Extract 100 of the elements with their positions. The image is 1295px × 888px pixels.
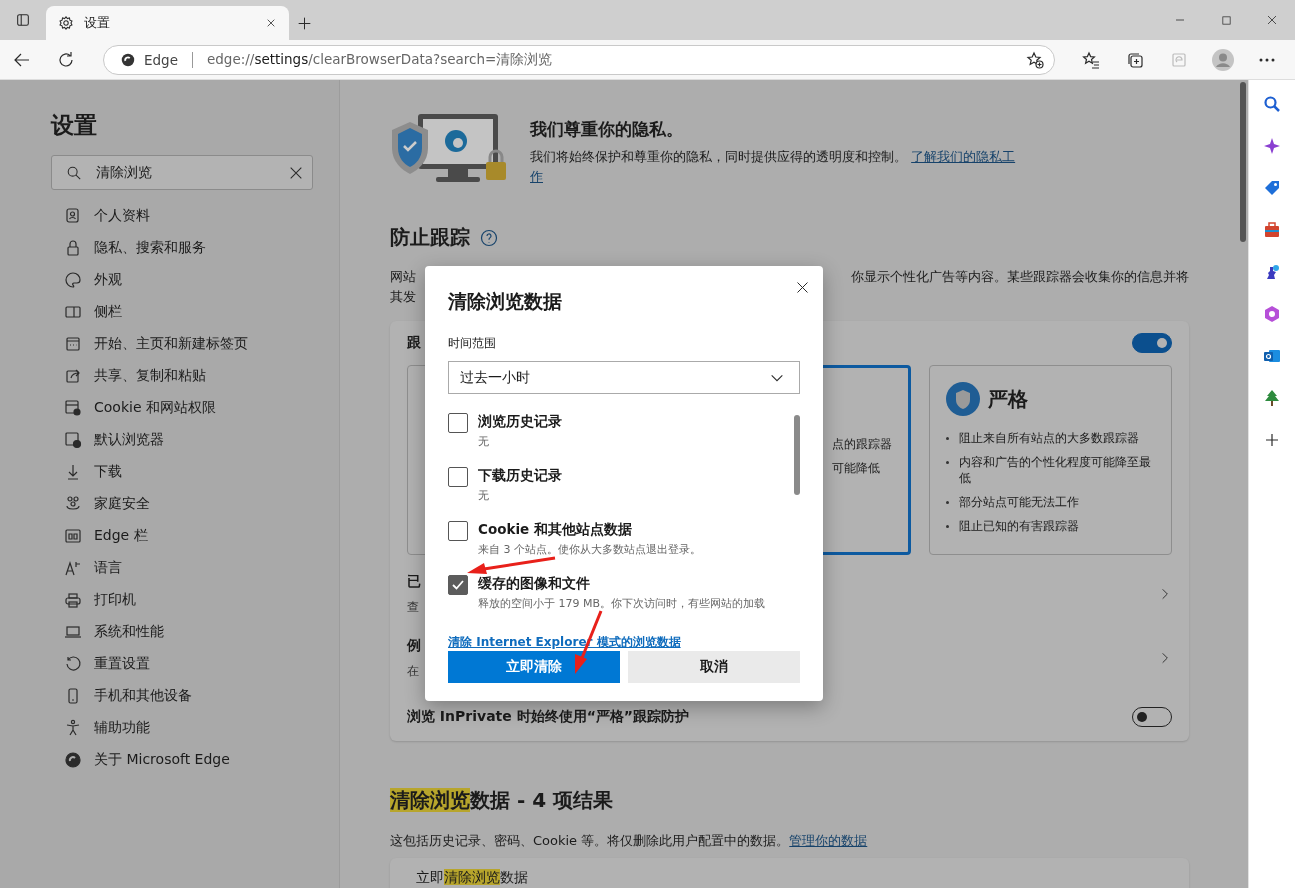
url-text: edge://settings/clearBrowserData?search=清除浏览 [207, 50, 554, 69]
scrollbar-thumb[interactable] [1240, 82, 1246, 242]
dialog-title: 清除浏览数据 [448, 289, 563, 314]
setting-label: 例 [407, 636, 421, 655]
nav-item[interactable]: 个人资料 [51, 200, 313, 232]
setting-description: 查 [407, 598, 420, 616]
level-text: 阻止已知的有害跟踪器 [959, 518, 1079, 534]
option-label: 下载历史记录 [478, 467, 562, 485]
level-card[interactable]: 严格 阻止来自所有站点的大多数跟踪器 内容和广告的个性化程度可能降至最低 部分站点可能无法工作 阻止已知的有害跟踪器 [929, 365, 1172, 555]
plus-icon [1263, 431, 1281, 449]
nav-item[interactable]: 手机和其他设备 [51, 680, 313, 712]
intro-text: 你显示个性化广告等内容。某些跟踪器会收集你的信息并将 [851, 268, 1189, 286]
nav-item[interactable]: 打印机 [51, 584, 313, 616]
search-input[interactable]: 清除浏览 [96, 164, 274, 181]
setting-label: 已 [407, 572, 421, 591]
nav-icon [64, 399, 82, 417]
maximize-icon [1220, 14, 1232, 26]
shield-icon [946, 382, 980, 416]
section-description: 这包括历史记录、密码、Cookie 等。将仅删除此用户配置中的数据。管理你的数据 [390, 832, 869, 850]
intro-text: 其发 [390, 288, 416, 306]
level-text: 阻止来自所有站点的大多数跟踪器 [959, 430, 1139, 446]
address-bar[interactable]: Edge edge://settings/clearBrowserData?search=清除浏览 [103, 44, 1055, 75]
setting-label: 立即清除浏览数据 [416, 869, 528, 885]
star-plus-icon [1026, 50, 1044, 69]
scrollbar-thumb[interactable] [794, 415, 800, 495]
option-description: 来自 3 个站点。使你从大多数站点退出登录。 [478, 542, 701, 557]
hexagon-icon [1263, 305, 1281, 323]
level-title: 严格 [988, 385, 1028, 413]
nav-icon [64, 207, 82, 225]
nav-item[interactable]: 家庭安全 [51, 488, 313, 520]
nav-icon [64, 367, 82, 385]
toggle-switch[interactable] [1132, 333, 1172, 353]
browser-tab[interactable]: 设置 [46, 6, 289, 40]
plus-icon [296, 15, 312, 31]
nav-item[interactable]: 语言 [51, 552, 313, 584]
nav-icon [64, 719, 82, 737]
intro-text: 网站 [390, 268, 416, 286]
collections-icon [1126, 50, 1144, 69]
nav-icon [64, 623, 82, 641]
close-icon [265, 17, 277, 29]
checkbox[interactable] [448, 413, 468, 433]
nav-icon [64, 431, 82, 449]
nav-item[interactable]: 侧栏 [51, 296, 313, 328]
tag-icon [1263, 179, 1281, 197]
nav-icon [64, 559, 82, 577]
level-text: 部分站点可能无法工作 [959, 494, 1079, 510]
star-list-icon [1082, 50, 1100, 69]
checkbox[interactable] [448, 575, 468, 595]
nav-icon [64, 655, 82, 673]
option-label: 浏览历史记录 [478, 413, 562, 431]
search-field[interactable]: 清除浏览 [51, 155, 313, 190]
close-icon [1266, 14, 1278, 26]
nav-item[interactable]: 辅助功能 [51, 712, 313, 744]
avatar-icon [1212, 48, 1234, 71]
nav-icon [64, 239, 82, 257]
page-icon [1170, 50, 1188, 69]
option-description: 无 [478, 434, 490, 449]
option-description: 无 [478, 488, 490, 503]
privacy-link[interactable]: 了解我们的隐私工 [911, 149, 1016, 164]
clear-now-button[interactable]: 立即清除 [448, 651, 620, 683]
level-text: 点的跟踪器 [832, 437, 892, 451]
option-label: 缓存的图像和文件 [478, 575, 591, 593]
nav-item[interactable]: 重置设置 [51, 648, 313, 680]
more-icon [1259, 57, 1275, 62]
nav-icon [64, 591, 82, 609]
setting-label: 跟 [407, 334, 421, 352]
nav-item[interactable]: 下载 [51, 456, 313, 488]
section-title: 防止跟踪 [390, 224, 470, 251]
manage-data-link[interactable]: 管理你的数据 [789, 833, 868, 848]
privacy-link[interactable]: 作 [530, 169, 543, 184]
nav-item[interactable]: 系统和性能 [51, 616, 313, 648]
nav-item[interactable]: Cookie 和网站权限 [51, 392, 313, 424]
check-icon [451, 578, 465, 592]
section-title: 清除浏览数据 - 4 项结果 [390, 787, 615, 814]
settings-title: 设置 [51, 111, 98, 140]
checkbox[interactable] [448, 521, 468, 541]
nav-icon [64, 527, 82, 545]
search-icon [66, 164, 82, 181]
mail-app-icon [1263, 347, 1281, 365]
nav-icon [64, 751, 82, 769]
checkbox[interactable] [448, 467, 468, 487]
setting-label: 浏览 InPrivate 时始终使用“严格”跟踪防护 [407, 708, 690, 726]
close-icon [794, 279, 810, 295]
privacy-text: 我们将始终保护和尊重你的隐私，同时提供应得的透明度和控制。 了解我们的隐私工 作 [530, 148, 1017, 186]
nav-item[interactable]: 外观 [51, 264, 313, 296]
option-description: 释放的空间小于 179 MB。你下次访问时，有些网站的加载 [478, 596, 766, 611]
refresh-icon [57, 50, 75, 69]
browser-logo-icon [120, 51, 136, 68]
level-text: 可能降低 [832, 461, 880, 475]
nav-item[interactable]: 默认浏览器 [51, 424, 313, 456]
help-icon [480, 228, 498, 247]
nav-icon [64, 495, 82, 513]
nav-item[interactable]: Edge 栏 [51, 520, 313, 552]
nav-item[interactable]: 隐私、搜索和服务 [51, 232, 313, 264]
cancel-button[interactable]: 取消 [628, 651, 800, 683]
option-label: Cookie 和其他站点数据 [478, 521, 633, 539]
time-range-dropdown[interactable]: 过去一小时 [448, 361, 800, 394]
nav-item[interactable]: 开始、主页和新建标签页 [51, 328, 313, 360]
nav-item[interactable]: 关于 Microsoft Edge [51, 744, 313, 776]
nav-item[interactable]: 共享、复制和粘贴 [51, 360, 313, 392]
